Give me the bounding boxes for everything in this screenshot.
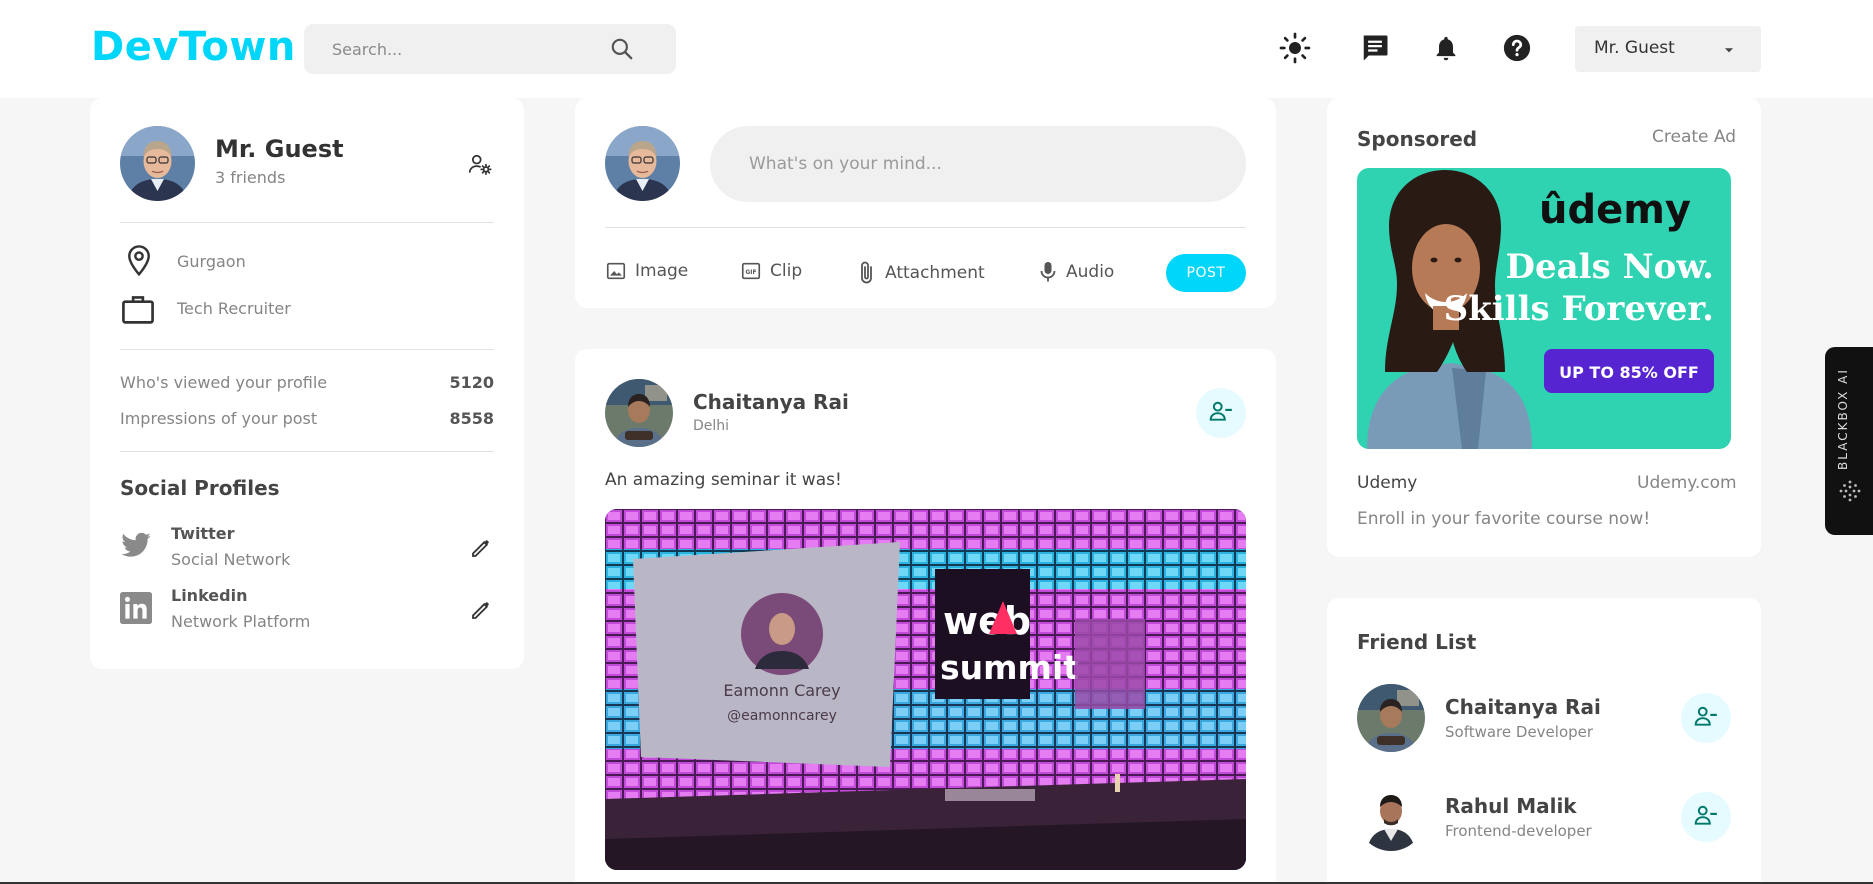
edit-pencil-icon[interactable]: [469, 536, 493, 560]
light-mode-icon[interactable]: [1278, 31, 1312, 65]
paperclip-icon: [857, 260, 877, 286]
post-image[interactable]: Eamonn Carey @eamonncarey web summit: [605, 509, 1246, 870]
post-author-avatar[interactable]: [605, 379, 673, 447]
ad-headline-1: Deals Now.: [1506, 247, 1714, 287]
person-remove-icon: [1208, 398, 1234, 428]
post-body-text: An amazing seminar it was!: [605, 470, 842, 490]
user-select-dropdown[interactable]: Mr. Guest: [1575, 26, 1761, 72]
profile-divider: [120, 451, 494, 452]
friend-role: Software Developer: [1445, 723, 1594, 741]
image-speaker-name: Eamonn Carey: [723, 681, 840, 700]
friend-name[interactable]: Chaitanya Rai: [1445, 695, 1601, 719]
social-type-twitter: Social Network: [171, 550, 291, 569]
microphone-icon: [1038, 260, 1058, 284]
manage-account-icon[interactable]: [467, 151, 495, 179]
chevron-down-icon: [1722, 42, 1736, 61]
image-brand-line1: web: [943, 599, 1031, 643]
profile-name[interactable]: Mr. Guest: [215, 135, 344, 163]
tool-image-label: Image: [635, 261, 689, 281]
profile-divider: [120, 222, 494, 223]
stat-label-profile-views: Who's viewed your profile: [120, 373, 328, 392]
ad-udemy-logo: ûdemy: [1539, 187, 1691, 233]
location-icon: [124, 244, 154, 278]
ad-image[interactable]: ûdemy Deals Now. Skills Forever. UP TO 8…: [1357, 168, 1731, 449]
profile-avatar[interactable]: [120, 126, 195, 201]
remove-friend-button[interactable]: [1681, 792, 1731, 842]
search-box: [304, 24, 676, 74]
svg-text:GIF: GIF: [745, 269, 756, 276]
user-select-label: Mr. Guest: [1594, 38, 1675, 58]
post-author-location: Delhi: [693, 418, 730, 434]
ad-headline-2: Skills Forever.: [1444, 289, 1714, 329]
image-speaker-handle: @eamonncarey: [727, 708, 837, 724]
ad-description: Enroll in your favorite course now!: [1357, 509, 1651, 529]
stat-value-impressions: 8558: [449, 409, 494, 428]
person-remove-icon: [1693, 802, 1719, 832]
edit-pencil-icon[interactable]: [469, 598, 493, 622]
notification-bell-icon[interactable]: [1429, 31, 1463, 65]
composer-avatar: [605, 126, 680, 201]
ad-url-link[interactable]: Udemy.com: [1637, 473, 1737, 493]
tool-attachment-button[interactable]: Attachment: [857, 260, 985, 286]
linkedin-icon: [120, 592, 152, 624]
ad-brand-name: Udemy: [1357, 473, 1418, 493]
profile-occupation: Tech Recruiter: [177, 299, 291, 318]
remove-friend-button[interactable]: [1196, 388, 1246, 438]
tool-attachment-label: Attachment: [885, 263, 985, 283]
help-icon[interactable]: [1500, 31, 1534, 65]
twitter-icon: [120, 532, 152, 560]
tool-audio-button[interactable]: Audio: [1038, 260, 1114, 284]
tool-audio-label: Audio: [1066, 262, 1115, 282]
profile-location: Gurgaon: [177, 252, 246, 271]
dots-logo-icon: [1837, 478, 1863, 504]
search-input[interactable]: [332, 37, 622, 61]
stat-label-impressions: Impressions of your post: [120, 409, 318, 428]
create-ad-link[interactable]: Create Ad: [1652, 127, 1736, 147]
search-icon[interactable]: [609, 36, 635, 62]
image-icon: [605, 260, 627, 282]
remove-friend-button[interactable]: [1681, 693, 1731, 743]
logo[interactable]: DevTown: [91, 24, 296, 70]
friend-role: Frontend-developer: [1445, 822, 1592, 840]
social-profiles-title: Social Profiles: [120, 476, 280, 500]
post-author-name[interactable]: Chaitanya Rai: [693, 390, 849, 414]
top-navbar: DevTown Mr. Guest: [0, 0, 1873, 98]
message-icon[interactable]: [1358, 31, 1392, 65]
social-type-linkedin: Network Platform: [171, 612, 311, 631]
gif-icon: GIF: [740, 260, 762, 282]
friend-avatar[interactable]: [1357, 783, 1425, 851]
social-name-twitter[interactable]: Twitter: [171, 524, 234, 543]
profile-friends-count: 3 friends: [215, 168, 286, 187]
post-button[interactable]: POST: [1166, 254, 1246, 292]
briefcase-icon: [121, 293, 155, 325]
person-remove-icon: [1693, 703, 1719, 733]
social-name-linkedin[interactable]: Linkedin: [171, 586, 247, 605]
profile-divider: [120, 349, 494, 350]
friend-list-title: Friend List: [1357, 630, 1477, 654]
friend-name[interactable]: Rahul Malik: [1445, 794, 1577, 818]
post-text-input[interactable]: [710, 126, 1246, 202]
tool-clip-label: Clip: [770, 261, 803, 281]
sponsored-title: Sponsored: [1357, 127, 1478, 151]
tool-clip-button[interactable]: GIF Clip: [740, 260, 802, 282]
friend-avatar[interactable]: [1357, 684, 1425, 752]
ad-cta: UP TO 85% OFF: [1559, 363, 1699, 382]
blackbox-ai-label: BLACKBOX AI: [1836, 368, 1850, 470]
image-brand-line2: summit: [940, 648, 1079, 687]
tool-image-button[interactable]: Image: [605, 260, 688, 282]
composer-divider: [605, 227, 1246, 228]
stat-value-profile-views: 5120: [449, 373, 494, 392]
